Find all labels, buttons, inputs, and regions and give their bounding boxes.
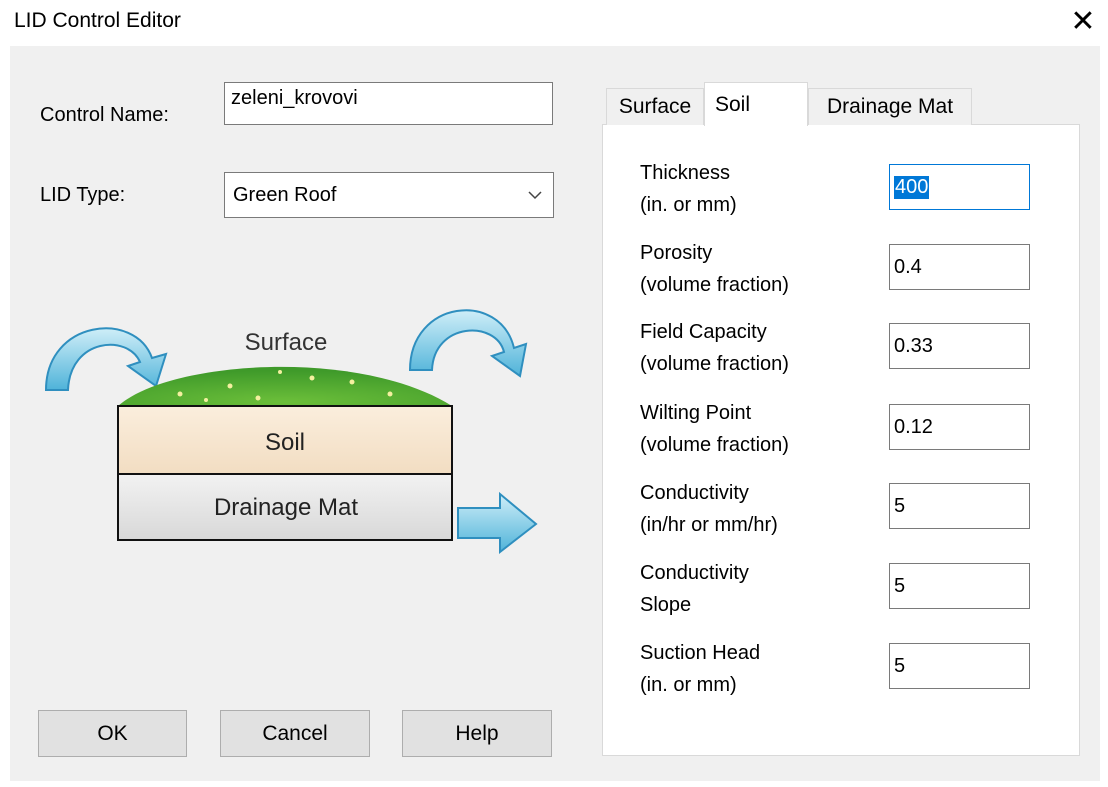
control-name-label: Control Name: (40, 104, 169, 126)
conductivity-label: Conductivity (in/hr or mm/hr) (640, 482, 778, 536)
tab-surface[interactable]: Surface (606, 88, 704, 125)
green-roof-diagram: Surface Soil Drainage Mat (44, 309, 538, 555)
control-name-input[interactable]: zeleni_krovovi (224, 82, 553, 125)
field-capacity-label: Field Capacity (volume fraction) (640, 321, 789, 375)
runon-arrow-icon (44, 327, 168, 391)
soil-diagram-label: Soil (265, 429, 305, 456)
runoff-arrow-icon (408, 309, 528, 378)
thickness-input[interactable]: 400 (889, 164, 1030, 210)
suction-head-input[interactable]: 5 (889, 643, 1030, 689)
conductivity-slope-input[interactable]: 5 (889, 563, 1030, 609)
wilting-point-input[interactable]: 0.12 (889, 404, 1030, 450)
tab-drainage-mat[interactable]: Drainage Mat (808, 88, 972, 125)
help-button[interactable]: Help (402, 710, 552, 757)
ok-button[interactable]: OK (38, 710, 187, 757)
conductivity-slope-label: Conductivity Slope (640, 562, 749, 616)
porosity-input[interactable]: 0.4 (889, 244, 1030, 290)
surface-diagram-label: Surface (245, 329, 328, 356)
lid-type-select[interactable]: Green Roof (224, 172, 554, 218)
suction-head-label: Suction Head (in. or mm) (640, 642, 761, 696)
conductivity-input[interactable]: 5 (889, 483, 1030, 529)
thickness-label: Thickness (in. or mm) (640, 162, 737, 216)
drain-arrow-icon (457, 491, 538, 555)
chevron-down-icon (528, 191, 542, 200)
cancel-button[interactable]: Cancel (220, 710, 370, 757)
drainage-mat-diagram-label: Drainage Mat (214, 494, 358, 521)
tab-soil[interactable]: Soil (704, 82, 808, 126)
field-capacity-input[interactable]: 0.33 (889, 323, 1030, 369)
close-icon[interactable]: ✕ (1066, 4, 1100, 38)
lid-type-label: LID Type: (40, 184, 126, 206)
grass-surface (118, 366, 452, 406)
window-title: LID Control Editor (14, 9, 181, 32)
wilting-point-label: Wilting Point (volume fraction) (640, 402, 789, 456)
lid-type-value: Green Roof (233, 183, 337, 206)
porosity-label: Porosity (volume fraction) (640, 242, 789, 296)
